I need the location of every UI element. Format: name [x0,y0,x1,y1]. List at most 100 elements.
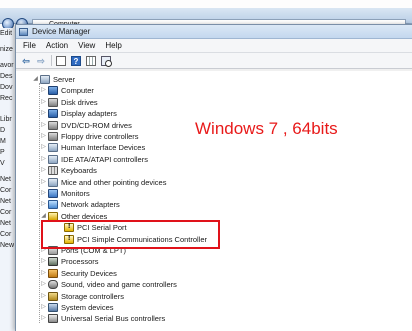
tree-category[interactable]: ▷ Network adapters [40,199,120,210]
expand-arrow-icon[interactable]: ▷ [40,177,47,188]
nav-pane-item[interactable]: Des [0,71,15,82]
tree-item-label: Display adapters [61,109,117,119]
nav-pane-item[interactable]: M [0,136,15,147]
back-arrow-icon: ⇦ [22,55,30,66]
menu-file[interactable]: File [23,41,36,50]
tree-category[interactable]: ▷ Processors [40,256,99,267]
tree-item-label: Network adapters [61,200,120,210]
tree-category[interactable]: ▷ Display adapters [40,108,117,119]
tree-item-label: Keyboards [61,166,97,176]
menu-help[interactable]: Help [105,41,121,50]
tree-item-label: Sound, video and game controllers [61,280,177,290]
help-button[interactable]: ? [70,55,82,67]
toolbar: ⇦ ⇨ ? [16,53,412,69]
display-adapter-icon [48,109,58,119]
tree-category[interactable]: ▷ Human Interface Devices [40,142,145,153]
tree-item-label: Disk drives [61,97,98,107]
expand-arrow-icon[interactable]: ▷ [40,313,47,324]
tree-item-label: Storage controllers [61,291,124,301]
tree-item-label: Human Interface Devices [61,143,146,153]
nav-pane-item[interactable]: Cor [0,185,15,196]
tree-category[interactable]: ▷ System devices [40,302,114,313]
collapse-arrow-icon[interactable]: ◢ [32,74,39,85]
expand-arrow-icon[interactable]: ▷ [40,154,47,165]
storage-controller-icon [48,291,58,301]
title-bar: Device Manager [16,25,412,39]
help-icon: ? [71,55,81,66]
tree-category[interactable]: ▷ Floppy drive controllers [40,131,139,142]
processor-icon [48,257,58,267]
tree-item-label: DVD/CD-ROM drives [61,120,132,130]
scan-hardware-button[interactable] [100,55,112,67]
back-arrow-button[interactable]: ⇦ [20,55,32,67]
annotation-text: Windows 7 , 64bits [195,119,338,138]
tree-category[interactable]: ▷ Sound, video and game controllers [40,279,177,290]
expand-arrow-icon[interactable]: ▷ [40,268,47,279]
nav-pane-item[interactable]: Rec [0,93,15,104]
expand-arrow-icon[interactable]: ▷ [40,142,47,153]
properties-button[interactable] [55,55,67,67]
tree-category[interactable]: ▷ Keyboards [40,165,97,176]
expand-arrow-icon[interactable]: ▷ [40,131,47,142]
tree-category[interactable]: ▷ Storage controllers [40,291,124,302]
tree-category[interactable]: ▷ Computer [40,85,94,96]
nav-pane-item[interactable]: P [0,147,15,158]
nav-pane-item[interactable]: Cor [0,229,15,240]
security-device-icon [48,268,58,278]
expand-arrow-icon[interactable]: ▷ [40,85,47,96]
disk-drive-icon [48,97,58,107]
expand-arrow-icon[interactable]: ▷ [40,188,47,199]
tree-item-label: Monitors [61,189,90,198]
forward-arrow-button[interactable]: ⇨ [35,55,47,67]
scan-hardware-icon [101,55,112,67]
tree-item-label: Security Devices [61,268,117,278]
nav-pane-item[interactable]: Net [0,196,15,207]
view-button[interactable] [85,55,97,67]
nav-pane-item[interactable]: Dov [0,82,15,93]
tree-guide-line [39,83,40,323]
tree-category[interactable]: ▷ DVD/CD-ROM drives [40,120,132,131]
device-manager-icon [19,27,28,36]
tree-category[interactable]: ▷ Mice and other pointing devices [40,177,166,188]
expand-arrow-icon[interactable]: ▷ [40,199,47,210]
nav-pane-item[interactable]: nize [0,44,15,55]
device-manager-window: Device Manager File Action View Help ⇦ ⇨… [15,24,412,331]
expand-arrow-icon[interactable]: ▷ [40,279,47,290]
tree-item-label: Computer [61,86,94,96]
nav-pane-item[interactable]: D [0,125,15,136]
computer-icon [48,86,58,96]
expand-arrow-icon[interactable]: ▷ [40,302,47,313]
expand-arrow-icon[interactable]: ▷ [40,165,47,176]
hid-icon [48,143,58,153]
expand-arrow-icon[interactable]: ▷ [40,256,47,267]
ide-controller-icon [48,154,58,164]
sound-icon [48,280,58,290]
nav-pane-item[interactable]: V [0,158,15,169]
tree-category[interactable]: ▷ Monitors [40,188,90,199]
keyboard-icon [48,166,58,176]
expand-arrow-icon[interactable]: ▷ [40,120,47,131]
nav-pane-item[interactable]: Net [0,174,15,185]
expand-arrow-icon[interactable]: ▷ [40,108,47,119]
tree-category[interactable]: ▷ Security Devices [40,268,117,279]
dvd-drive-icon [48,120,58,130]
tree-category[interactable]: ▷ Disk drives [40,97,98,108]
menu-view[interactable]: View [78,41,95,50]
window-title: Device Manager [32,27,91,36]
nav-pane-item[interactable]: Libr [0,114,15,125]
toolbar-separator [51,55,52,66]
nav-pane-item[interactable]: Edit [0,28,15,39]
tree-category[interactable]: ▷ Universal Serial Bus controllers [40,313,165,324]
server-icon [40,75,50,84]
tree-category[interactable]: ▷ IDE ATA/ATAPI controllers [40,154,148,165]
floppy-controller-icon [48,132,58,141]
tree-item-label: System devices [61,303,114,312]
network-adapter-icon [48,200,58,210]
expand-arrow-icon[interactable]: ▷ [40,97,47,108]
expand-arrow-icon[interactable]: ▷ [40,291,47,302]
nav-pane-item[interactable]: New [0,240,15,251]
menu-action[interactable]: Action [46,41,68,50]
nav-pane-item[interactable]: avor [0,60,15,71]
nav-pane-item[interactable]: Net [0,218,15,229]
nav-pane-item[interactable]: Cor [0,207,15,218]
